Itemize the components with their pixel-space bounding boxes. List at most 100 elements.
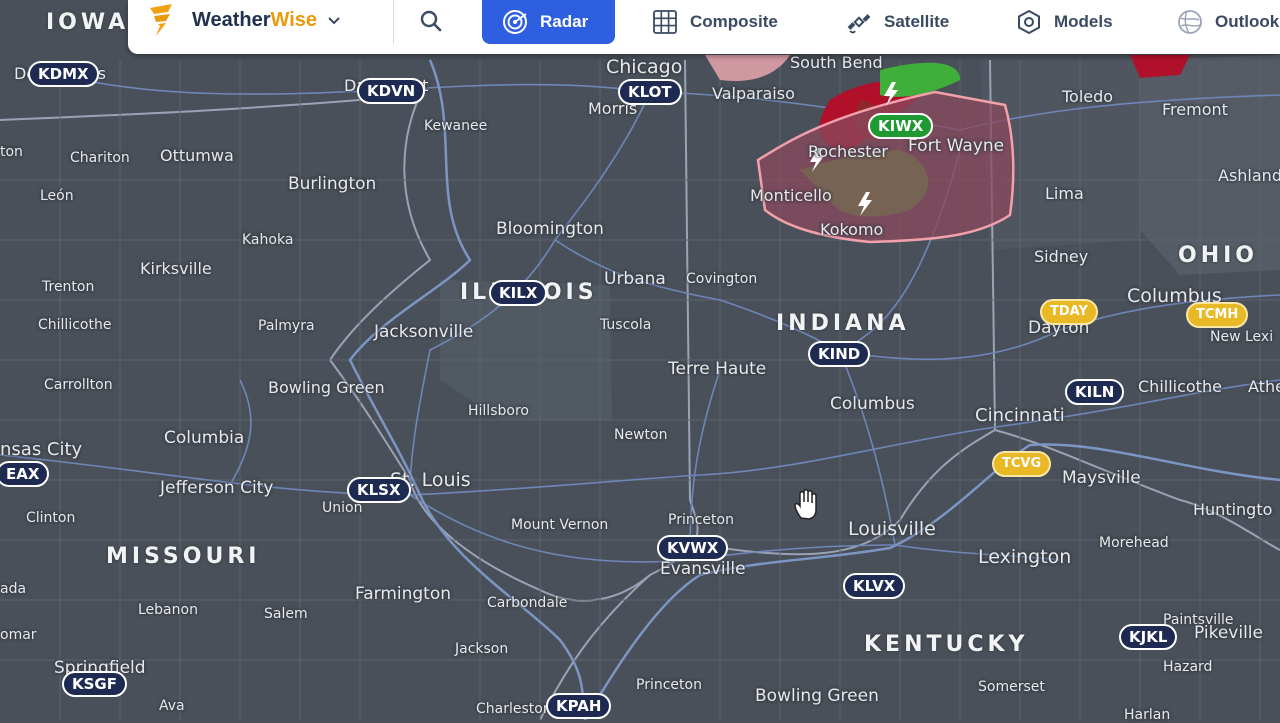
radar-station-klot[interactable]: KLOT xyxy=(618,79,682,105)
radar-station-klvx[interactable]: KLVX xyxy=(843,573,906,599)
city-label: Carrollton xyxy=(44,377,113,393)
city-label: Monticello xyxy=(750,186,832,205)
city-label: Bowling Green xyxy=(268,378,385,397)
top-navigation-bar: Weather Wise Radar Composite Satellite M… xyxy=(128,0,1280,54)
city-label: Kokomo xyxy=(820,220,884,239)
radar-station-kdvn[interactable]: KDVN xyxy=(357,78,426,104)
city-label: Princeton xyxy=(636,677,702,693)
city-label: León xyxy=(40,188,74,204)
city-label: Cincinnati xyxy=(975,405,1065,426)
tab-outlook[interactable]: Outlook xyxy=(1177,0,1279,44)
state-label-kentucky: KENTUCKY xyxy=(864,632,1029,657)
city-label: Somerset xyxy=(978,679,1045,695)
radar-station-kpah[interactable]: KPAH xyxy=(546,693,612,719)
brand-menu[interactable]: Weather Wise xyxy=(146,0,341,40)
city-label: Columbia xyxy=(164,428,245,448)
city-label: Fremont xyxy=(1162,100,1228,119)
city-label: Lebanon xyxy=(138,602,198,618)
city-label: Kewanee xyxy=(424,118,488,134)
tab-models-label: Models xyxy=(1054,12,1113,31)
radar-station-tcvg[interactable]: TCVG xyxy=(992,451,1052,477)
radar-station-eax[interactable]: EAX xyxy=(0,461,50,487)
city-label: Bowling Green xyxy=(755,686,879,706)
models-icon xyxy=(1018,9,1040,35)
tab-radar-label: Radar xyxy=(540,12,589,31)
city-label: Palmyra xyxy=(258,318,315,334)
city-label: Burlington xyxy=(288,174,377,194)
city-label: Evansville xyxy=(660,559,746,579)
tab-outlook-label: Outlook xyxy=(1215,12,1280,31)
city-label: Maysville xyxy=(1062,468,1141,488)
state-label-ohio: OHIO xyxy=(1178,243,1259,268)
state-label-iowa: IOWA xyxy=(46,10,130,35)
city-label: Lexington xyxy=(978,546,1072,568)
radar-station-klsx[interactable]: KLSX xyxy=(347,477,411,503)
city-label: Charleston xyxy=(476,701,552,717)
city-label: Valparaiso xyxy=(712,84,795,103)
radar-station-kdmx[interactable]: KDMX xyxy=(28,61,99,87)
search-icon[interactable] xyxy=(416,8,446,34)
chevron-down-icon xyxy=(328,17,340,25)
city-label: Huntingto xyxy=(1193,500,1273,519)
city-label: Lima xyxy=(1045,184,1084,203)
city-label: Chillicothe xyxy=(1138,377,1222,396)
city-label: Ottumwa xyxy=(160,146,234,165)
city-label: Princeton xyxy=(668,512,734,528)
city-label: Kirksville xyxy=(140,259,212,278)
tab-satellite[interactable]: Satellite xyxy=(846,0,949,44)
city-label: Pikeville xyxy=(1194,623,1263,643)
city-label: Toledo xyxy=(1062,87,1114,106)
radar-station-kjkl[interactable]: KJKL xyxy=(1119,624,1178,650)
brand-name-part2: Wise xyxy=(270,8,318,31)
radar-station-ksgf[interactable]: KSGF xyxy=(62,671,127,697)
radar-station-kvwx[interactable]: KVWX xyxy=(657,535,729,561)
city-label: Clinton xyxy=(26,510,76,526)
city-label: Chicago xyxy=(606,56,683,78)
outlook-icon xyxy=(1178,10,1202,34)
city-label: Carbondale xyxy=(487,595,568,611)
brand-name-part1: Weather xyxy=(192,8,271,31)
city-label: Morehead xyxy=(1099,535,1169,551)
radar-icon xyxy=(503,10,527,34)
city-label: Covington xyxy=(686,271,758,287)
satellite-icon xyxy=(847,14,871,34)
city-label: Hazard xyxy=(1163,659,1213,675)
city-label: Chariton xyxy=(70,150,130,166)
city-label: Farmington xyxy=(355,584,452,604)
tab-composite[interactable]: Composite xyxy=(652,0,778,44)
tab-composite-label: Composite xyxy=(690,12,778,31)
city-label: Union xyxy=(322,500,363,516)
city-label: Hillsboro xyxy=(468,403,529,419)
radar-station-kilx[interactable]: KILX xyxy=(489,280,548,306)
city-label: Jackson xyxy=(455,641,509,657)
radar-station-kiwx[interactable]: KIWX xyxy=(868,113,934,139)
city-label: Fort Wayne xyxy=(908,136,1005,156)
city-label: Urbana xyxy=(604,269,666,289)
radar-station-kind[interactable]: KIND xyxy=(808,341,871,367)
grid-icon xyxy=(653,10,677,34)
city-label: omar xyxy=(0,627,37,643)
tab-radar[interactable]: Radar xyxy=(482,0,615,44)
state-label-indiana: INDIANA xyxy=(776,311,910,336)
weatherwise-logo-icon xyxy=(150,4,172,36)
city-label: Newton xyxy=(614,427,668,443)
city-label: Bloomington xyxy=(496,219,604,239)
state-label-missouri: MISSOURI xyxy=(106,544,261,569)
city-label: ada xyxy=(0,581,27,597)
radar-station-tcmh[interactable]: TCMH xyxy=(1186,302,1249,328)
city-label: Athe xyxy=(1248,377,1280,396)
city-label: South Bend xyxy=(790,53,883,72)
divider xyxy=(393,0,394,44)
city-label: ton xyxy=(0,144,23,160)
radar-station-kiln[interactable]: KILN xyxy=(1065,379,1125,405)
city-label: Salem xyxy=(264,606,308,622)
city-label: Jacksonville xyxy=(374,322,474,342)
tab-satellite-label: Satellite xyxy=(884,12,950,31)
city-label: Chillicothe xyxy=(38,317,112,333)
city-label: nsas City xyxy=(0,439,83,460)
city-label: Tuscola xyxy=(600,317,652,333)
city-label: Kahoka xyxy=(242,232,294,248)
tab-models[interactable]: Models xyxy=(1016,0,1113,44)
radar-station-tday[interactable]: TDAY xyxy=(1040,299,1098,325)
radar-map[interactable]: IOWA ILLINOIS INDIANA OHIO MISSOURI KENT… xyxy=(0,0,1280,722)
